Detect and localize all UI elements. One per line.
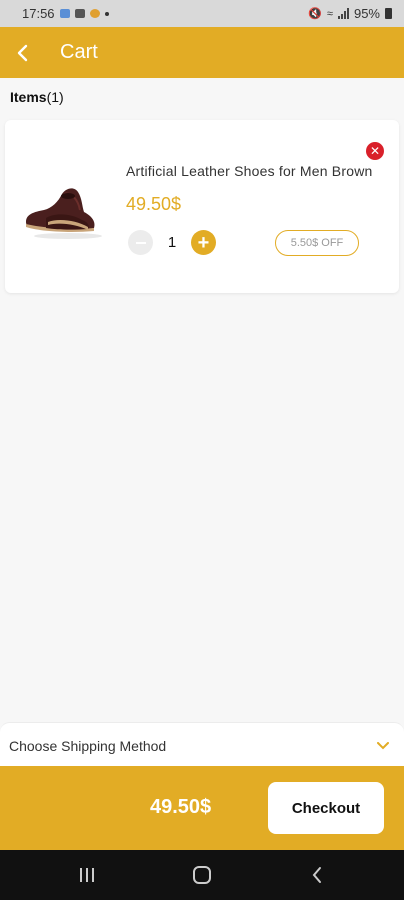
shipping-method-selector[interactable]: Choose Shipping Method bbox=[0, 722, 404, 768]
app-notification-icon bbox=[89, 9, 100, 18]
wifi-icon: ≈ bbox=[326, 7, 333, 20]
close-icon: ✕ bbox=[369, 144, 381, 158]
more-notifications-icon bbox=[104, 11, 109, 16]
back-icon bbox=[312, 867, 321, 883]
status-bar: 17:56 🔇 ≈ 95% bbox=[0, 0, 404, 27]
system-back-button[interactable] bbox=[287, 855, 347, 895]
home-icon bbox=[192, 866, 211, 884]
gallery-icon bbox=[74, 9, 85, 18]
product-name: Artificial Leather Shoes for Men Brown bbox=[126, 163, 373, 179]
chevron-down-icon bbox=[376, 739, 390, 753]
notification-icon bbox=[59, 9, 70, 18]
increase-quantity-button[interactable]: + bbox=[191, 230, 216, 255]
shipping-label: Choose Shipping Method bbox=[9, 737, 167, 754]
quantity-value: 1 bbox=[167, 234, 177, 251]
minus-icon bbox=[135, 241, 146, 244]
items-header: Items(1) bbox=[10, 89, 64, 105]
status-right: 🔇 ≈ 95% bbox=[308, 6, 392, 21]
status-left: 17:56 bbox=[22, 6, 109, 21]
battery-percent: 95% bbox=[353, 6, 380, 21]
remove-item-button[interactable]: ✕ bbox=[366, 142, 384, 160]
decrease-quantity-button[interactable] bbox=[128, 230, 153, 255]
cart-item-card[interactable]: ✕ Artificial Leather Shoes for Men Brown… bbox=[5, 120, 399, 293]
product-price: 49.50$ bbox=[126, 194, 182, 214]
battery-icon bbox=[385, 8, 392, 19]
recents-icon bbox=[80, 868, 95, 882]
checkout-bar: 49.50$ Checkout bbox=[0, 766, 404, 850]
status-time: 17:56 bbox=[22, 6, 55, 21]
back-button[interactable] bbox=[0, 27, 44, 78]
checkout-button[interactable]: Checkout bbox=[268, 782, 384, 834]
product-image bbox=[26, 188, 102, 239]
system-navigation-bar bbox=[0, 850, 404, 900]
plus-icon: + bbox=[197, 231, 210, 254]
app-bar: Cart bbox=[0, 27, 404, 78]
arrow-back-icon bbox=[17, 44, 28, 61]
discount-badge: 5.50$ OFF bbox=[275, 230, 359, 256]
quantity-stepper: 1 + bbox=[128, 230, 216, 255]
signal-icon bbox=[337, 8, 349, 19]
mute-icon: 🔇 bbox=[308, 8, 322, 20]
home-button[interactable] bbox=[172, 855, 232, 895]
page-title: Cart bbox=[60, 41, 98, 63]
cart-total: 49.50$ bbox=[150, 796, 212, 818]
items-count: (1) bbox=[46, 89, 64, 105]
items-label: Items bbox=[10, 89, 47, 105]
recents-button[interactable] bbox=[57, 855, 117, 895]
